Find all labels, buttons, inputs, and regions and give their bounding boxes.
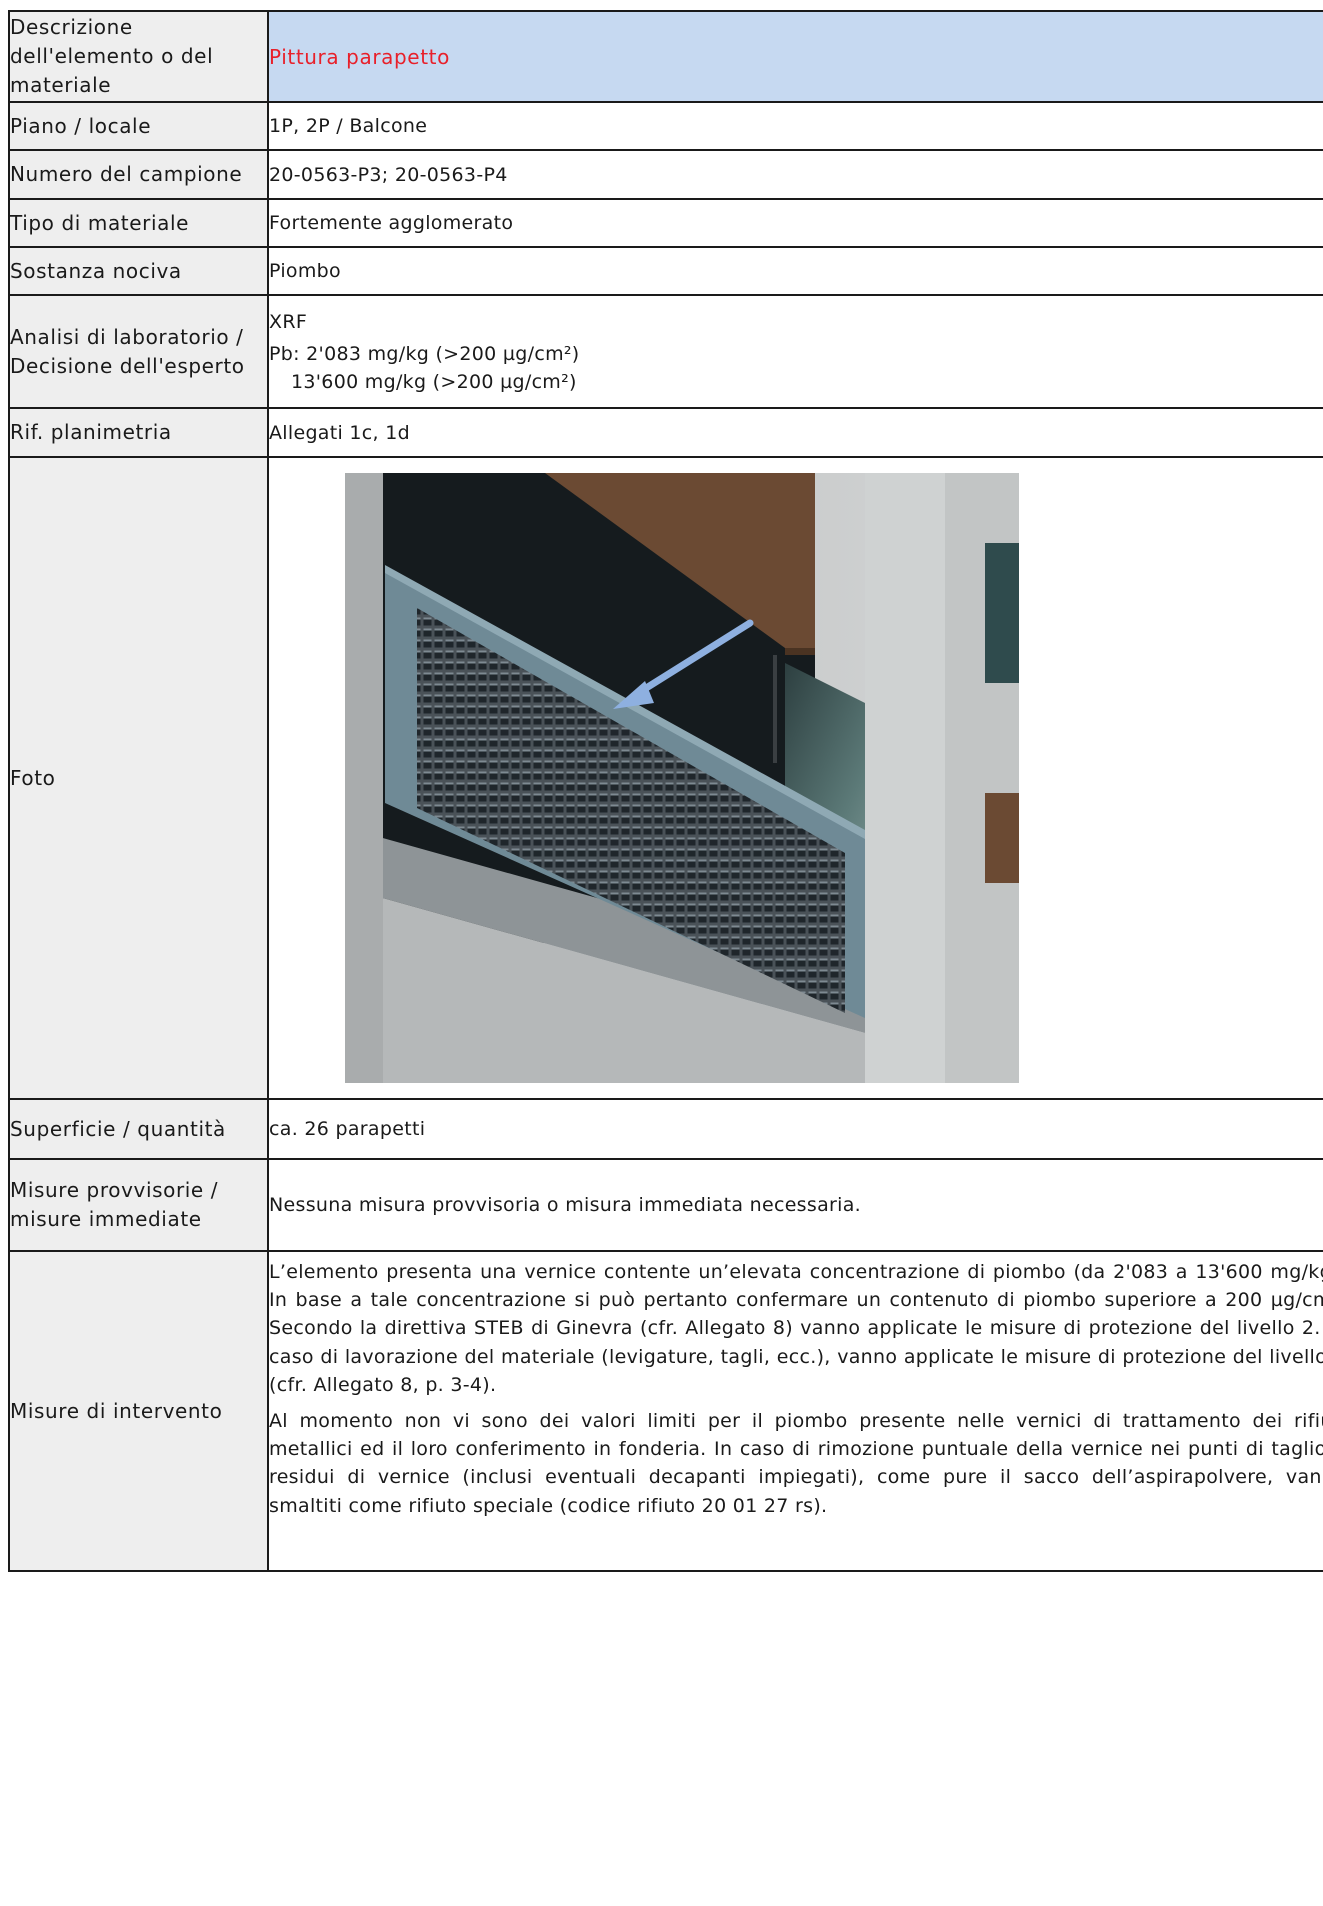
row-material-type: Tipo di materiale Fortemente agglomerato [8,198,1323,248]
material-type-value: Fortemente agglomerato [267,198,1323,248]
balcony-photo [345,473,1019,1083]
row-quantity: Superficie / quantità ca. 26 parapetti [8,1098,1323,1160]
intervention-paragraph-1: L’elemento presenta una vernice contente… [269,1261,1323,1396]
quantity-value: ca. 26 parapetti [267,1098,1323,1160]
sample-value: 20-0563-P3; 20-0563-P4 [267,149,1323,200]
floor-label: Piano / locale [8,101,269,151]
row-substance: Sostanza nociva Piombo [8,246,1323,296]
floor-value: 1P, 2P / Balcone [267,101,1323,151]
row-sample: Numero del campione 20-0563-P3; 20-0563-… [8,149,1323,200]
plan-ref-value: Allegati 1c, 1d [267,407,1323,458]
row-plan-ref: Rif. planimetria Allegati 1c, 1d [8,407,1323,458]
quantity-label: Superficie / quantità [8,1098,269,1160]
material-sheet-table: Descrizione dell'elemento o del material… [8,10,1323,1572]
analysis-label: Analisi di laboratorio / Decisione dell'… [8,294,269,409]
row-description: Descrizione dell'elemento o del material… [8,10,1323,103]
analysis-result-2: 13'600 mg/kg (>200 µg/cm²) [291,370,577,393]
analysis-value: XRF Pb: 2'083 mg/kg (>200 µg/cm²) 13'600… [267,294,1323,409]
analysis-method: XRF [269,310,308,333]
provisional-value: Nessuna misura provvisoria o misura imme… [267,1158,1323,1252]
analysis-result-1: Pb: 2'083 mg/kg (>200 µg/cm²) [269,342,580,365]
sample-label: Numero del campione [8,149,269,200]
row-provisional: Misure provvisorie / misure immediate Ne… [8,1158,1323,1252]
row-analysis: Analisi di laboratorio / Decisione dell'… [8,294,1323,409]
balcony-railing-image [345,473,1019,1083]
intervention-value: L’elemento presenta una vernice contente… [267,1250,1323,1572]
photo-label: Foto [8,456,269,1100]
plan-ref-label: Rif. planimetria [8,407,269,458]
description-label: Descrizione dell'elemento o del material… [8,10,269,103]
provisional-label: Misure provvisorie / misure immediate [8,1158,269,1252]
substance-value: Piombo [267,246,1323,296]
row-floor: Piano / locale 1P, 2P / Balcone [8,101,1323,151]
intervention-label: Misure di intervento [8,1250,269,1572]
description-value: Pittura parapetto [267,10,1323,103]
material-type-label: Tipo di materiale [8,198,269,248]
intervention-paragraph-2: Al momento non vi sono dei valori limiti… [269,1410,1323,1517]
row-photo: Foto [8,456,1323,1100]
substance-label: Sostanza nociva [8,246,269,296]
photo-cell [267,456,1323,1100]
row-intervention: Misure di intervento L’elemento presenta… [8,1250,1323,1572]
